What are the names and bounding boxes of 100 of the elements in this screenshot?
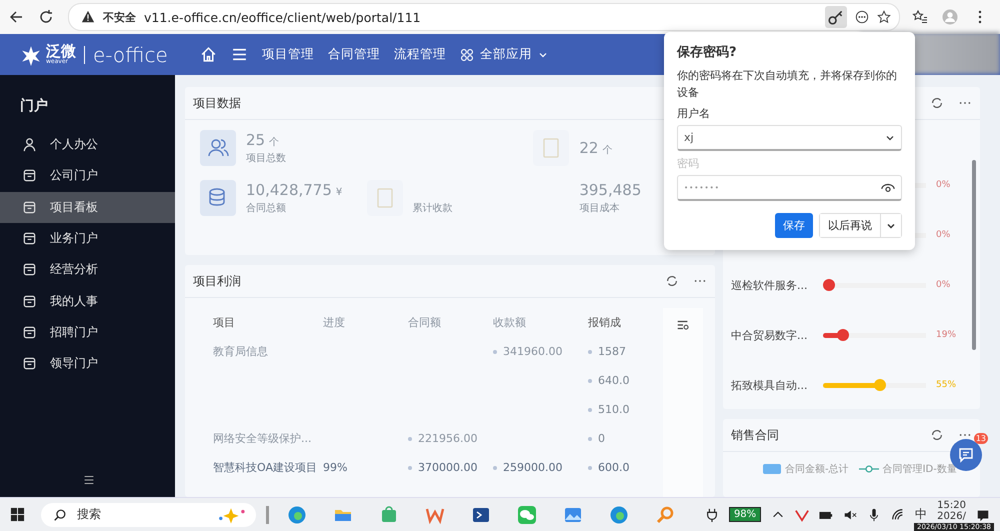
battery-indicator: 98% <box>728 507 762 522</box>
speaker-muted-icon[interactable] <box>843 508 858 522</box>
search-icon <box>53 508 67 522</box>
people-icon <box>200 130 236 166</box>
browser-icon[interactable] <box>287 504 307 524</box>
stat-value: 10,428,775 <box>246 181 332 199</box>
more-icon[interactable] <box>855 10 869 24</box>
logo-text: 泛微 <box>46 44 76 59</box>
progress-reading: 0% <box>936 180 952 190</box>
sidebar-item[interactable]: 项目看板 <box>0 192 175 223</box>
table-cell: 259000.00 <box>503 461 562 474</box>
table-cell: 221956.00 <box>418 432 478 445</box>
sidebar-title: 门户 <box>19 96 49 116</box>
key-icon[interactable] <box>825 6 847 28</box>
project-name: 拓致模具自动... <box>731 378 808 392</box>
box-icon <box>22 231 37 246</box>
sidebar-item[interactable]: 我的人事 <box>0 285 175 317</box>
star-icon[interactable] <box>877 10 891 24</box>
refresh-icon[interactable] <box>930 96 944 110</box>
column-header: 报销成 <box>588 315 622 330</box>
clock-time[interactable]: 15:20 <box>937 500 966 511</box>
warning-icon <box>81 10 95 24</box>
sidebar-item[interactable]: 领导门户 <box>0 348 175 380</box>
stat-value: 22 <box>579 139 598 157</box>
menu-icon[interactable] <box>230 46 248 63</box>
progress-reading: 0% <box>936 230 952 240</box>
sidebar-item[interactable]: 业务门户 <box>0 222 175 254</box>
project-name: 巡检软件服务... <box>731 278 808 292</box>
dialog-message: 你的密码将在下次自动填充，并将保存到你的设备 <box>677 68 898 101</box>
refresh-icon[interactable] <box>930 428 944 442</box>
later-button[interactable]: 以后再说 <box>820 214 881 237</box>
stat-unit: ¥ <box>336 187 342 198</box>
save-button[interactable]: 保存 <box>775 213 813 238</box>
stat-label: 合同总额 <box>246 202 287 215</box>
field-label: 用户名 <box>677 106 711 121</box>
windows-icon[interactable] <box>10 507 25 522</box>
table-cell: 99% <box>323 461 348 474</box>
table-cell: 370000.00 <box>418 461 478 474</box>
favorites-icon[interactable] <box>912 9 928 25</box>
stat-label: 累计收款 <box>412 202 453 215</box>
nav-link[interactable]: 项目管理 <box>262 46 314 63</box>
column-header: 合同额 <box>408 315 442 330</box>
column-header: 进度 <box>323 315 346 330</box>
table-cell: 1587 <box>598 345 626 358</box>
stat-unit: 个 <box>269 136 280 149</box>
sidebar-item[interactable]: 个人办公 <box>0 129 175 160</box>
nav-link[interactable]: 流程管理 <box>394 46 446 63</box>
column-header: 收款额 <box>493 315 527 330</box>
grid-icon <box>460 48 474 62</box>
table-cell: 341960.00 <box>503 345 562 358</box>
url-text: v11.e-office.cn/eoffice/client/web/portal/111 <box>144 10 421 24</box>
table-cell: 网络安全等级保护... <box>213 431 312 446</box>
table-cell: 510.0 <box>598 403 630 416</box>
notification-icon[interactable] <box>976 508 990 522</box>
card-title: 销售合同 <box>731 426 779 444</box>
legend-line-icon <box>858 464 879 474</box>
box-icon <box>22 356 37 372</box>
taskbar-search[interactable]: 搜索 <box>41 502 256 526</box>
box-icon <box>22 168 37 184</box>
progress-reading: 0% <box>936 280 952 290</box>
box-icon <box>22 294 37 309</box>
stat-unit: 个 <box>602 144 612 157</box>
home-icon[interactable] <box>200 46 217 63</box>
settings-list-icon[interactable] <box>676 318 690 332</box>
coins-icon <box>200 180 236 216</box>
sidebar-item[interactable]: 公司门户 <box>0 160 175 192</box>
tray-app-icon[interactable] <box>795 508 810 522</box>
back-icon[interactable] <box>8 9 24 25</box>
table-cell: 600.0 <box>598 461 630 474</box>
clock-date[interactable]: 2026/ <box>937 511 966 522</box>
address-bar[interactable]: 不安全 v11.e-office.cn/eoffice/client/web/portal/111 <box>68 3 900 31</box>
scrollbar[interactable] <box>972 160 976 350</box>
stat-value: 395,485 <box>579 181 642 199</box>
stat-value: 25 <box>246 131 266 149</box>
legend-swatch <box>763 464 781 474</box>
table-cell: 教育局信息 <box>213 344 268 359</box>
box-icon <box>22 200 37 215</box>
stat-label: 项目总数 <box>246 152 286 165</box>
card-title: 项目利润 <box>193 272 241 290</box>
sidebar-item[interactable]: 经营分析 <box>0 254 175 286</box>
input-method-indicator[interactable]: 中 <box>915 506 928 523</box>
stat-label: 项目成本 <box>579 202 620 215</box>
project-name: 中合贸易数字... <box>731 328 808 342</box>
browser-icon[interactable] <box>609 504 629 524</box>
reload-icon[interactable] <box>38 9 54 25</box>
box-icon <box>22 262 37 278</box>
column-header: 项目 <box>212 315 236 330</box>
security-label: 不安全 <box>103 10 136 24</box>
collapse-icon[interactable] <box>82 473 96 487</box>
refresh-icon[interactable] <box>665 274 679 288</box>
sidebar-item[interactable]: 招聘门户 <box>0 316 175 348</box>
nav-link[interactable]: 合同管理 <box>328 46 380 63</box>
username-field[interactable]: xj <box>677 125 902 151</box>
table-cell: 640.0 <box>598 374 630 387</box>
plug-icon <box>704 508 719 522</box>
all-apps-menu[interactable]: 全部应用 <box>460 46 548 63</box>
product-name: e-office <box>93 42 168 66</box>
table-cell: 0 <box>598 432 605 445</box>
wifi-icon[interactable] <box>891 508 906 522</box>
chat-icon <box>958 447 974 463</box>
